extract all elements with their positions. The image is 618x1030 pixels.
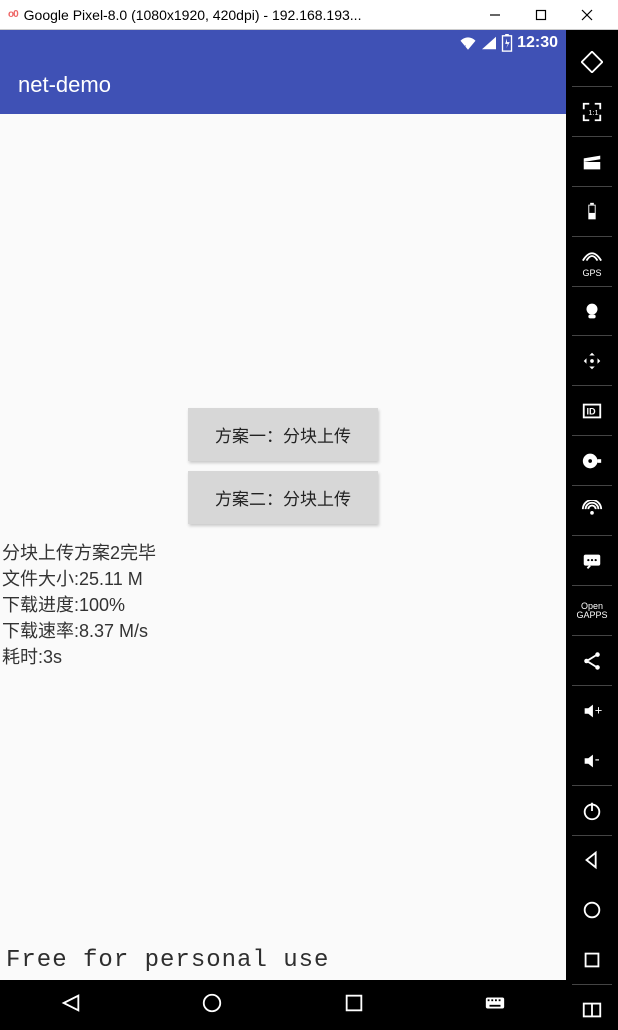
fit-to-scale-button[interactable]: 1:1 (566, 92, 618, 132)
upload-log: 分块上传方案2完毕 文件大小:25.11 M 下载进度:100% 下载速率:8.… (0, 534, 566, 670)
tool-multiwindow-button[interactable] (566, 990, 618, 1030)
cell-signal-icon (481, 36, 497, 50)
log-line-elapsed: 耗时:3s (2, 644, 564, 670)
host-window-title: Google Pixel-8.0 (1080x1920, 420dpi) - 1… (24, 7, 472, 23)
log-line-size: 文件大小:25.11 M (2, 566, 564, 592)
volume-up-button[interactable]: + (566, 691, 618, 731)
volume-down-button[interactable]: - (566, 741, 618, 781)
log-line-speed: 下载速率:8.37 M/s (2, 618, 564, 644)
log-line-status: 分块上传方案2完毕 (2, 540, 564, 566)
tool-back-button[interactable] (566, 841, 618, 881)
watermark-text: Free for personal use (6, 947, 329, 974)
app-bar: net-demo (0, 56, 566, 114)
camera-button[interactable] (566, 292, 618, 332)
battery-button[interactable] (566, 192, 618, 232)
nav-recent-button[interactable] (343, 992, 365, 1019)
android-status-bar: x 12:30 (0, 30, 566, 56)
dpad-button[interactable] (566, 341, 618, 381)
tool-home-button[interactable] (566, 890, 618, 930)
network-button[interactable] (566, 491, 618, 531)
sms-button[interactable] (566, 541, 618, 581)
android-nav-bar (0, 980, 566, 1030)
clapperboard-button[interactable] (566, 142, 618, 182)
log-line-progress: 下载进度:100% (2, 592, 564, 618)
status-time: 12:30 (517, 34, 558, 52)
window-maximize-button[interactable] (518, 0, 564, 30)
window-minimize-button[interactable] (472, 0, 518, 30)
battery-charging-icon (501, 34, 513, 52)
disk-button[interactable] (566, 441, 618, 481)
tool-recent-button[interactable] (566, 940, 618, 980)
nav-keyboard-button[interactable] (484, 992, 506, 1019)
option-one-button[interactable]: 方案一：分块上传 (188, 408, 378, 461)
nav-back-button[interactable] (60, 992, 82, 1019)
app-content: 方案一：分块上传 方案二：分块上传 分块上传方案2完毕 文件大小:25.11 M… (0, 114, 566, 980)
open-gapps-button[interactable]: OpenGAPPS (566, 591, 618, 631)
power-button[interactable] (566, 791, 618, 831)
window-close-button[interactable] (564, 0, 610, 30)
svg-text:+: + (595, 702, 603, 717)
gps-button[interactable]: GPS (566, 242, 618, 282)
rotate-button[interactable] (566, 42, 618, 82)
option-two-button[interactable]: 方案二：分块上传 (188, 471, 378, 524)
emulator-toolbar: 1:1 GPS ID OpenGAPPS + - (566, 30, 618, 1030)
app-title: net-demo (18, 72, 111, 98)
host-logo: o0 (8, 9, 18, 20)
device-screen: x 12:30 net-demo 方案一：分块上传 方案二：分块上传 分块上传方… (0, 30, 566, 1030)
wifi-icon: x (459, 36, 477, 50)
svg-text:-: - (595, 751, 600, 767)
host-window-titlebar: o0 Google Pixel-8.0 (1080x1920, 420dpi) … (0, 0, 618, 30)
identifiers-button[interactable]: ID (566, 391, 618, 431)
svg-text:1:1: 1:1 (588, 108, 598, 117)
nav-home-button[interactable] (201, 992, 223, 1019)
share-button[interactable] (566, 641, 618, 681)
svg-text:ID: ID (587, 407, 597, 417)
